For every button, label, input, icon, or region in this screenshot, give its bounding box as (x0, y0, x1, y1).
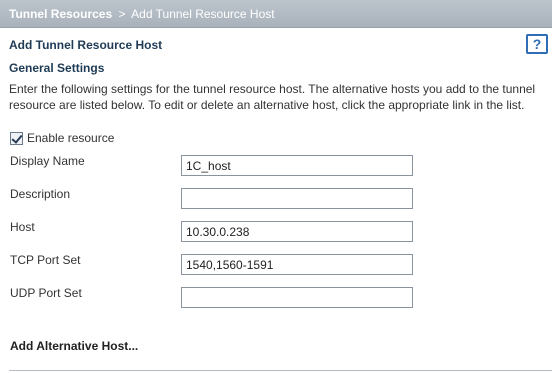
udp-port-set-label: UDP Port Set (10, 286, 82, 300)
page-title: Add Tunnel Resource Host (9, 38, 163, 52)
breadcrumb-separator: > (118, 7, 126, 21)
display-name-label: Display Name (10, 154, 85, 168)
divider (9, 370, 552, 371)
udp-port-set-input[interactable] (181, 287, 413, 308)
section-title-general-settings: General Settings (9, 61, 105, 75)
breadcrumb-link-tunnel-resources[interactable]: Tunnel Resources (9, 7, 112, 21)
enable-resource-row: Enable resource (10, 131, 114, 145)
enable-resource-checkbox[interactable] (10, 131, 23, 145)
breadcrumb: Tunnel Resources > Add Tunnel Resource H… (0, 0, 552, 28)
description-input[interactable] (181, 188, 413, 209)
host-label: Host (10, 220, 35, 234)
intro-text: Enter the following settings for the tun… (9, 82, 536, 112)
add-alternative-host-link[interactable]: Add Alternative Host... (10, 339, 138, 353)
host-input[interactable] (181, 221, 413, 242)
description-label: Description (10, 187, 71, 201)
help-icon[interactable]: ? (526, 34, 548, 54)
display-name-input[interactable] (181, 155, 413, 176)
enable-resource-label[interactable]: Enable resource (27, 131, 114, 145)
tcp-port-set-label: TCP Port Set (10, 253, 81, 267)
breadcrumb-current: Add Tunnel Resource Host (131, 7, 275, 21)
tcp-port-set-input[interactable] (181, 254, 413, 275)
